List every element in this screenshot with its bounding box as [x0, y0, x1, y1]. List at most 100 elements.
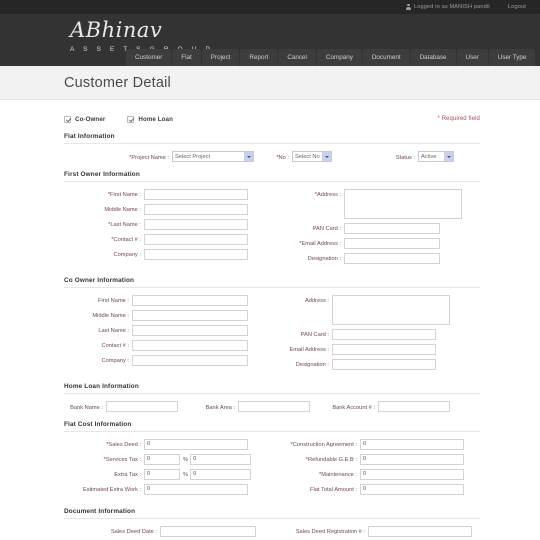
extra-tax-amount-input[interactable]	[190, 469, 252, 480]
flat-total-amount-input[interactable]	[360, 484, 464, 495]
section-first-owner: First Owner Information *First Name : Mid…	[64, 171, 480, 268]
co-owner-field-input[interactable]	[132, 325, 248, 336]
first-owner-field-label: *Email Address :	[299, 241, 341, 247]
required-field-note: * Required field	[437, 116, 480, 122]
first-owner-field-row: *Email Address :	[272, 238, 480, 249]
nav-item-database[interactable]: Database	[410, 49, 456, 66]
project-name-select[interactable]: Select Project	[172, 151, 254, 162]
project-name-value: Select Project	[175, 153, 211, 160]
form-options-row: Co-Owner Home Loan * Required field	[64, 113, 480, 125]
home-loan-checkbox[interactable]	[127, 115, 135, 123]
co-owner-field-row: Email Address :	[272, 344, 480, 355]
first-owner-field-label: *First Name :	[107, 192, 141, 198]
co-owner-address-input[interactable]	[332, 295, 450, 325]
nav-item-customer[interactable]: Customer	[126, 49, 172, 66]
home-loan-title: Home Loan Information	[64, 383, 480, 394]
status-value: Active	[421, 153, 437, 160]
logout-link[interactable]: Logout	[508, 4, 526, 10]
document-right-column: Sales Deed Registration # :Construction …	[272, 526, 480, 540]
nav-item-flat[interactable]: Flat	[172, 49, 201, 66]
co-owner-field-row: PAN Card :	[272, 329, 480, 340]
status-select[interactable]: Active	[418, 151, 454, 162]
co-owner-field-input[interactable]	[332, 359, 436, 370]
co-owner-checkbox[interactable]	[64, 115, 71, 123]
first-owner-field-input[interactable]	[144, 219, 248, 230]
co-owner-label: Co-Owner	[75, 115, 106, 123]
option-co-owner[interactable]: Co-Owner	[64, 115, 106, 123]
first-owner-field-label: Middle Name :	[104, 207, 141, 213]
first-owner-title: First Owner Information	[64, 171, 480, 182]
option-home-loan[interactable]: Home Loan	[127, 115, 173, 123]
nav-item-user[interactable]: User	[456, 49, 488, 66]
co-owner-field-row: Contact # :	[64, 340, 272, 351]
top-utility-bar: Logged in as MANISH pandit Logout	[0, 0, 540, 14]
flat-total-amount-label: Flat Total Amount :	[310, 487, 357, 493]
first-owner-address-input[interactable]	[344, 189, 462, 219]
first-owner-field-input[interactable]	[344, 253, 440, 264]
home-loan-field-input[interactable]	[238, 401, 310, 412]
estimated-extra-work-input[interactable]	[144, 484, 248, 495]
co-owner-field-row: Middle Name :	[64, 310, 272, 321]
nav-item-report[interactable]: Report	[240, 49, 278, 66]
co-owner-field-input[interactable]	[132, 310, 248, 321]
first-owner-right-column: *Address : PAN Card : *Email Address : Des…	[272, 189, 480, 268]
flat-no-select[interactable]: Select No	[292, 151, 332, 162]
co-owner-field-input[interactable]	[332, 329, 436, 340]
brand-logo[interactable]: ABhinav A S S E T S G R O U P	[70, 17, 214, 53]
first-owner-field-input[interactable]	[144, 249, 248, 260]
sales-deed-row: *Sales Deed :	[64, 439, 272, 450]
co-owner-address-label: Address :	[304, 298, 329, 304]
extra-tax-percent-input[interactable]	[144, 469, 180, 480]
document-field-input[interactable]	[368, 526, 472, 537]
co-owner-field-label: PAN Card :	[300, 332, 329, 338]
home-loan-field-input[interactable]	[106, 401, 178, 412]
maintenance-input[interactable]	[360, 469, 464, 480]
construction-agreement-label: *Construction Agreement :	[290, 442, 357, 448]
maintenance-row: *Maintenance :	[272, 469, 480, 480]
home-loan-field-input[interactable]	[378, 401, 450, 412]
first-owner-field-input[interactable]	[144, 204, 248, 215]
co-owner-field-row: Company :	[64, 355, 272, 366]
estimated-extra-work-row: Estimated Extra Work :	[64, 484, 272, 495]
flat-no-label: *No :	[276, 155, 289, 161]
services-tax-row: *Services Tax : %	[64, 454, 272, 465]
first-owner-field-input[interactable]	[344, 238, 440, 249]
home-loan-field-label: Bank Area :	[205, 405, 235, 411]
first-owner-field-row: Designation :	[272, 253, 480, 264]
first-owner-field-row: Middle Name :	[64, 204, 272, 215]
first-owner-field-input[interactable]	[144, 189, 248, 200]
construction-agreement-input[interactable]	[360, 439, 464, 450]
co-owner-field-input[interactable]	[332, 344, 436, 355]
services-tax-amount-input[interactable]	[190, 454, 252, 465]
chevron-down-icon	[444, 152, 453, 161]
co-owner-field-label: Company :	[101, 358, 129, 364]
refundable-geb-input[interactable]	[360, 454, 464, 465]
nav-item-document[interactable]: Document	[362, 49, 410, 66]
home-loan-label: Home Loan	[138, 115, 173, 123]
sales-deed-input[interactable]	[144, 439, 248, 450]
co-owner-field-input[interactable]	[132, 340, 248, 351]
nav-item-cancel[interactable]: Cancel	[278, 49, 316, 66]
first-owner-field-input[interactable]	[144, 234, 248, 245]
flat-information-row: *Project Name : Select Project *No : Sel…	[64, 151, 480, 162]
co-owner-field-input[interactable]	[132, 355, 248, 366]
nav-item-company[interactable]: Company	[316, 49, 362, 66]
document-field-input[interactable]	[160, 526, 256, 537]
nav-item-user-type[interactable]: User Type	[488, 49, 536, 66]
co-owner-field-input[interactable]	[132, 295, 248, 306]
extra-tax-label: Extra Tax :	[114, 472, 141, 478]
co-owner-address-row: Address :	[272, 295, 480, 325]
services-tax-percent-sign: %	[183, 457, 189, 463]
co-owner-field-row: Designation :	[272, 359, 480, 370]
nav-item-project[interactable]: Project	[201, 49, 240, 66]
chevron-down-icon	[322, 152, 331, 161]
form-content: Co-Owner Home Loan * Required field Flat…	[0, 100, 540, 540]
extra-tax-percent-sign: %	[183, 472, 189, 478]
services-tax-percent-input[interactable]	[144, 454, 180, 465]
first-owner-field-row: PAN Card :	[272, 223, 480, 234]
page-title-band: Customer Detail	[0, 66, 540, 100]
first-owner-field-input[interactable]	[344, 223, 440, 234]
section-flat-information: Flat Information *Project Name : Select …	[64, 133, 480, 162]
co-owner-field-label: Email Address :	[289, 347, 329, 353]
document-field-row: Sales Deed Registration # :	[272, 526, 480, 537]
